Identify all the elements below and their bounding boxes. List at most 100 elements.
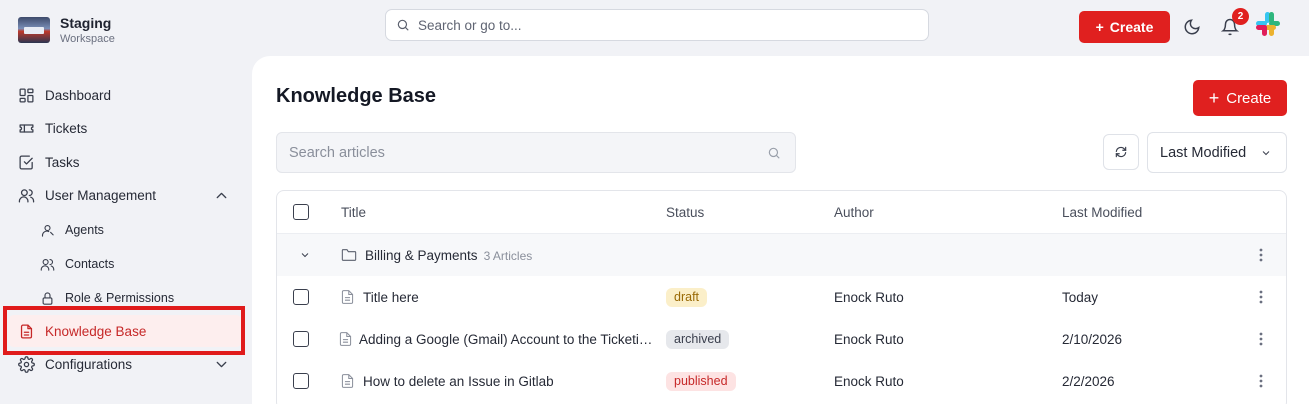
article-author: Enock Ruto — [834, 373, 904, 389]
table-row[interactable]: Adding a Google (Gmail) Account to the T… — [277, 318, 1286, 360]
plus-icon: + — [1095, 19, 1104, 35]
search-icon — [397, 19, 409, 31]
article-title[interactable]: How to delete an Issue in Gitlab — [341, 374, 661, 389]
sidebar-item-dashboard[interactable]: Dashboard — [18, 79, 234, 111]
group-title: Billing & Payments — [365, 247, 478, 263]
moon-icon[interactable] — [1183, 18, 1201, 36]
lock-icon — [42, 291, 53, 305]
article-title-text: Title here — [363, 289, 419, 305]
global-search-input[interactable] — [418, 17, 928, 33]
checkbox-icon — [19, 154, 33, 170]
sidebar-item-agents[interactable]: Agents — [40, 214, 234, 246]
sidebar-item-tasks[interactable]: Tasks — [18, 146, 234, 178]
column-header-title[interactable]: Title — [341, 205, 366, 220]
group-row[interactable]: Billing & Payments 3 Articles — [277, 234, 1286, 276]
sidebar-item-label: Contacts — [65, 257, 115, 271]
table-row[interactable]: Title here draft Enock Ruto Today — [277, 276, 1286, 318]
article-search[interactable] — [276, 132, 796, 173]
sidebar-item-knowledge-base[interactable]: Knowledge Base — [8, 315, 242, 347]
column-header-author[interactable]: Author — [834, 205, 874, 220]
workspace-switcher[interactable]: Staging Workspace — [18, 14, 115, 46]
more-vertical-icon — [1259, 248, 1263, 262]
more-vertical-icon — [1259, 332, 1263, 346]
dashboard-icon — [19, 87, 34, 103]
article-search-input[interactable] — [289, 144, 767, 161]
sidebar-item-label: Role & Permissions — [65, 291, 175, 305]
sidebar-item-label: Agents — [65, 223, 104, 237]
sidebar-item-label: Configurations — [45, 356, 133, 372]
document-icon — [341, 290, 354, 304]
sidebar-item-configurations[interactable]: Configurations — [18, 348, 234, 380]
sidebar-item-label: User Management — [45, 187, 157, 203]
sidebar-item-contacts[interactable]: Contacts — [40, 248, 234, 280]
create-button-top[interactable]: + Create — [1079, 11, 1170, 43]
status-badge: draft — [666, 287, 708, 307]
article-modified: Today — [1062, 289, 1099, 305]
group-name: Billing & Payments 3 Articles — [365, 248, 532, 263]
user-icon — [41, 224, 54, 237]
workspace-subtitle: Workspace — [60, 33, 115, 45]
search-icon — [768, 147, 780, 159]
sidebar-item-label: Dashboard — [45, 87, 112, 103]
slack-icon[interactable] — [1254, 10, 1282, 38]
row-checkbox[interactable] — [293, 373, 309, 389]
workspace-name: Staging — [60, 15, 112, 31]
sidebar-item-tickets[interactable]: Tickets — [18, 112, 234, 144]
sidebar-item-role-permissions[interactable]: Role & Permissions — [40, 282, 234, 314]
refresh-button[interactable] — [1103, 134, 1139, 170]
group-menu-button[interactable] — [1252, 246, 1270, 264]
row-menu-button[interactable] — [1252, 330, 1270, 348]
article-modified: 2/2/2026 — [1062, 373, 1115, 389]
row-checkbox[interactable] — [293, 289, 309, 305]
column-header-status[interactable]: Status — [666, 205, 704, 220]
sidebar-item-label: Tasks — [45, 154, 80, 170]
workspace-logo — [18, 17, 50, 43]
create-button-label: Create — [1226, 89, 1272, 107]
page-title: Knowledge Base — [276, 85, 437, 107]
table-header: Title Status Author Last Modified — [277, 191, 1286, 234]
sidebar: Staging Workspace Dashboard Tickets Task… — [0, 0, 252, 404]
group-article-count: 3 Articles — [483, 248, 533, 263]
global-search[interactable] — [385, 9, 929, 41]
status-badge: archived — [666, 329, 730, 349]
select-all-checkbox[interactable] — [293, 204, 309, 220]
refresh-icon — [1115, 146, 1127, 158]
chevron-down-icon[interactable] — [299, 249, 311, 261]
row-menu-button[interactable] — [1252, 372, 1270, 390]
article-title-text: Adding a Google (Gmail) Account to the T… — [359, 331, 659, 347]
article-title[interactable]: Title here — [341, 290, 661, 305]
article-title-text: How to delete an Issue in Gitlab — [363, 373, 554, 389]
create-article-button[interactable]: + Create — [1193, 80, 1287, 116]
notification-badge: 2 — [1232, 8, 1249, 25]
article-author: Enock Ruto — [834, 331, 904, 347]
chevron-down-icon — [1262, 150, 1270, 155]
contacts-icon — [40, 258, 55, 271]
plus-icon: + — [1208, 87, 1220, 108]
sidebar-item-user-management[interactable]: User Management — [18, 179, 234, 211]
ticket-icon — [19, 123, 34, 133]
create-button-label: Create — [1109, 19, 1154, 35]
sort-select-value: Last Modified — [1160, 144, 1247, 161]
sort-select[interactable]: Last Modified — [1147, 132, 1287, 173]
more-vertical-icon — [1259, 374, 1263, 388]
sidebar-item-label: Tickets — [45, 120, 88, 136]
folder-icon — [341, 249, 357, 261]
gear-icon — [18, 355, 35, 373]
table-row[interactable]: How to delete an Issue in Gitlab publish… — [277, 360, 1286, 402]
more-vertical-icon — [1259, 290, 1263, 304]
articles-table: Title Status Author Last Modified Billin… — [276, 190, 1287, 404]
row-checkbox[interactable] — [293, 331, 309, 347]
users-icon — [18, 188, 35, 203]
chevron-up-icon[interactable] — [213, 187, 230, 204]
chevron-down-icon[interactable] — [213, 356, 230, 373]
article-modified: 2/10/2026 — [1062, 331, 1123, 347]
column-header-last-modified[interactable]: Last Modified — [1062, 205, 1142, 220]
document-icon — [20, 323, 33, 339]
article-author: Enock Ruto — [834, 289, 904, 305]
status-badge: published — [666, 371, 736, 391]
document-icon — [341, 374, 354, 388]
article-title[interactable]: Adding a Google (Gmail) Account to the T… — [339, 332, 659, 347]
row-menu-button[interactable] — [1252, 288, 1270, 306]
main-panel: Knowledge Base + Create Last Modified Ti… — [252, 56, 1309, 404]
sidebar-item-label: Knowledge Base — [45, 323, 147, 339]
